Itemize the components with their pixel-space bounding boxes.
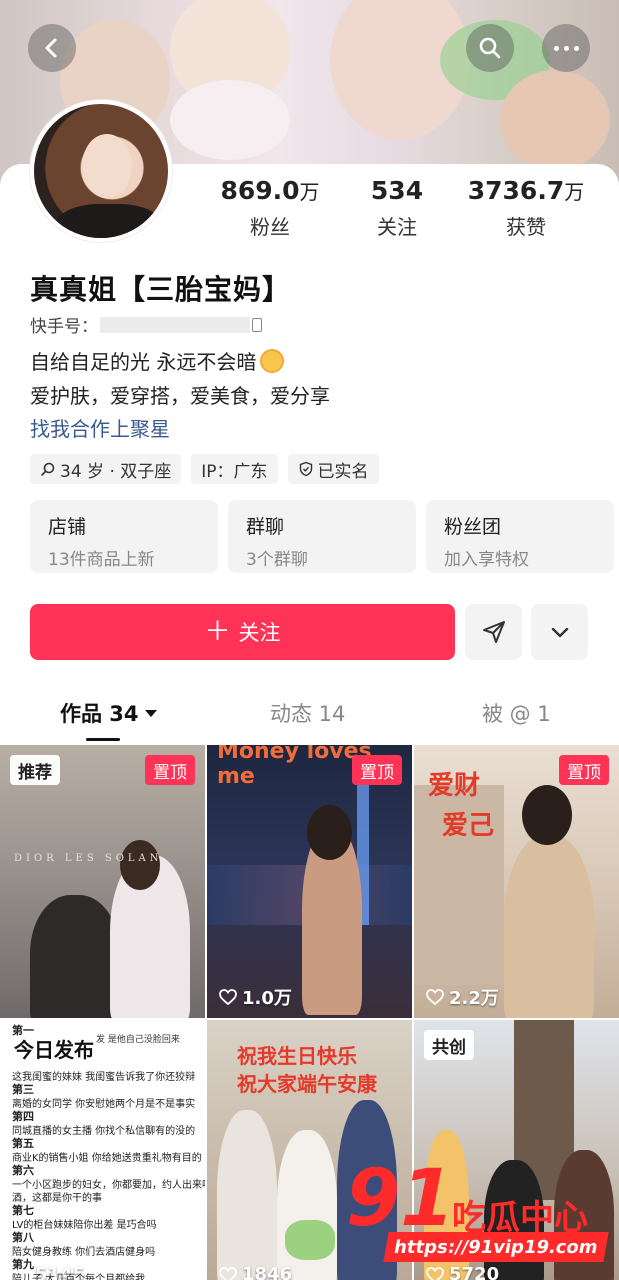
stat-fans[interactable]: 869.0万 粉丝 (218, 176, 322, 240)
video-likes: 1846 (219, 1264, 292, 1280)
tag-ip-text: IP：广东 (201, 461, 268, 482)
tag-age-text: 34 岁 · 双子座 (60, 461, 172, 482)
heart-icon (219, 1266, 237, 1280)
entry-group-chat[interactable]: 群聊 3个群聊 (228, 500, 416, 573)
video-text-line: 同城直播的女主播 你找个私信聊有的没的 (12, 1126, 196, 1137)
chevron-down-icon (551, 627, 568, 638)
chevron-left-icon (45, 38, 57, 58)
pinned-badge: 置顶 (145, 755, 195, 785)
tab-mentioned[interactable]: 被 @ 1 (482, 698, 551, 728)
kuaishou-id-label: 快手号： (30, 317, 98, 337)
content-tabs: 作品 34 动态 14 被 @ 1 (0, 690, 619, 742)
video-card[interactable]: Money loves me 置顶 1.0万 (207, 745, 412, 1018)
follow-button[interactable]: ＋ 关注 (30, 604, 455, 660)
following-label: 关注 (377, 215, 417, 239)
kuaishou-id-masked (100, 316, 250, 333)
pinned-badge: 置顶 (559, 755, 609, 785)
video-card[interactable]: 今日发布 发 是他自己没脸回来 5145 第一 这我闺蜜的妹妹 我闺蜜告诉我了你还… (0, 1020, 205, 1280)
active-tab-indicator (86, 738, 120, 741)
entry-group-title: 群聊 (246, 516, 285, 538)
tag-verified: 已实名 (287, 454, 379, 484)
video-overlay-text-a: 祝我生日快乐 (237, 1044, 357, 1068)
video-likes: 1.0万 (219, 984, 292, 1010)
following-count: 534 (370, 176, 424, 205)
video-text-line: 离婚的女同学 你安慰她两个月是不是事实 (12, 1099, 196, 1110)
video-overlay-text: DIOR LES SOLAN (14, 853, 163, 864)
video-overlay-text-b: 祝大家端午安康 (237, 1072, 377, 1096)
fans-unit: 万 (299, 180, 320, 204)
shield-check-icon (299, 461, 312, 477)
fans-label: 粉丝 (250, 215, 290, 239)
tag-ip: IP：广东 (191, 454, 278, 484)
video-text-line: 第一 (12, 1024, 34, 1037)
video-likes: 2.2万 (426, 984, 499, 1010)
avatar[interactable] (30, 100, 172, 242)
search-small-icon (41, 462, 55, 476)
watermark: 91 吃瓜中心 https://91vip19.com (340, 1160, 610, 1270)
video-text-line: 这我闺蜜的妹妹 我闺蜜告诉我了你还狡辩 (12, 1072, 196, 1083)
follow-button-label: 关注 (238, 621, 281, 645)
likes-count: 3736.7 (467, 176, 565, 205)
video-likes-count: 2.2万 (449, 988, 499, 1009)
caret-down-icon (144, 709, 157, 717)
entry-fan-club[interactable]: 粉丝团 加入享特权 (426, 500, 614, 573)
sun-emoji-icon (260, 348, 285, 373)
video-overlay-text-a: 爱财 (428, 771, 481, 801)
video-likes-count: 1846 (242, 1264, 293, 1280)
co-create-badge: 共创 (424, 1030, 474, 1060)
kuaishou-id: 快手号： (30, 312, 262, 337)
video-card[interactable]: 爱财 爱己 置顶 2.2万 (414, 745, 619, 1018)
video-overlay-text-b: 爱己 (442, 811, 495, 841)
heart-icon (426, 989, 444, 1005)
pinned-badge: 置顶 (352, 755, 402, 785)
search-icon (479, 37, 501, 59)
fans-count: 869.0 (220, 176, 300, 205)
profile-tags: 34 岁 · 双子座 IP：广东 已实名 (30, 454, 379, 484)
bio-line-1: 自给自足的光 永远不会暗 (30, 346, 285, 375)
bio-line-2: 爱护肤，爱穿搭，爱美食，爱分享 (30, 384, 330, 408)
more-dots-icon (553, 45, 579, 51)
plus-icon: ＋ (204, 617, 231, 647)
tag-age: 34 岁 · 双子座 (30, 454, 182, 484)
video-text-line: 陪儿子 大几百个每个月都给我 (12, 1274, 146, 1280)
entry-fan-subtitle: 加入享特权 (444, 550, 529, 570)
more-button[interactable] (542, 24, 590, 72)
expand-button[interactable] (531, 604, 588, 660)
tab-works[interactable]: 作品 34 (60, 698, 157, 728)
stat-following[interactable]: 534 关注 (360, 176, 434, 240)
entry-fan-title: 粉丝团 (444, 516, 502, 538)
video-text-line: 商业K的销售小姐 你给她送贵重礼物有目的 (12, 1153, 202, 1164)
video-text-title: 今日发布 (14, 1038, 94, 1062)
send-icon (482, 621, 505, 643)
share-button[interactable] (465, 604, 522, 660)
tab-works-label: 作品 34 (60, 702, 139, 726)
watermark-number: 91 (346, 1154, 455, 1244)
bio-cooperation-link[interactable]: 找我合作上聚星 (30, 413, 170, 442)
likes-unit: 万 (564, 180, 585, 204)
stat-likes[interactable]: 3736.7万 获赞 (466, 176, 586, 240)
back-button[interactable] (28, 24, 76, 72)
recommend-badge: 推荐 (10, 755, 60, 785)
entry-shop-title: 店铺 (48, 516, 87, 538)
copy-icon[interactable] (252, 317, 262, 332)
entry-shop[interactable]: 店铺 13件商品上新 (30, 500, 218, 573)
entry-group-subtitle: 3个群聊 (246, 550, 308, 570)
profile-entries: 店铺 13件商品上新 群聊 3个群聊 粉丝团 加入享特权 (30, 500, 614, 573)
search-button[interactable] (466, 24, 514, 72)
entry-shop-subtitle: 13件商品上新 (48, 550, 155, 570)
profile-name: 真真姐【三胎宝妈】 (30, 273, 292, 306)
likes-label: 获赞 (506, 215, 546, 239)
video-card[interactable]: DIOR LES SOLAN 推荐 置顶 (0, 745, 205, 1018)
bio-line-1-text: 自给自足的光 永远不会暗 (30, 350, 257, 374)
tag-verified-text: 已实名 (317, 461, 369, 482)
watermark-url: https://91vip19.com (383, 1232, 609, 1262)
heart-icon (219, 989, 237, 1005)
video-likes-count: 1.0万 (242, 988, 292, 1009)
tab-dynamic[interactable]: 动态 14 (270, 698, 345, 728)
video-text-note: 发 是他自己没脸回来 (96, 1035, 180, 1045)
